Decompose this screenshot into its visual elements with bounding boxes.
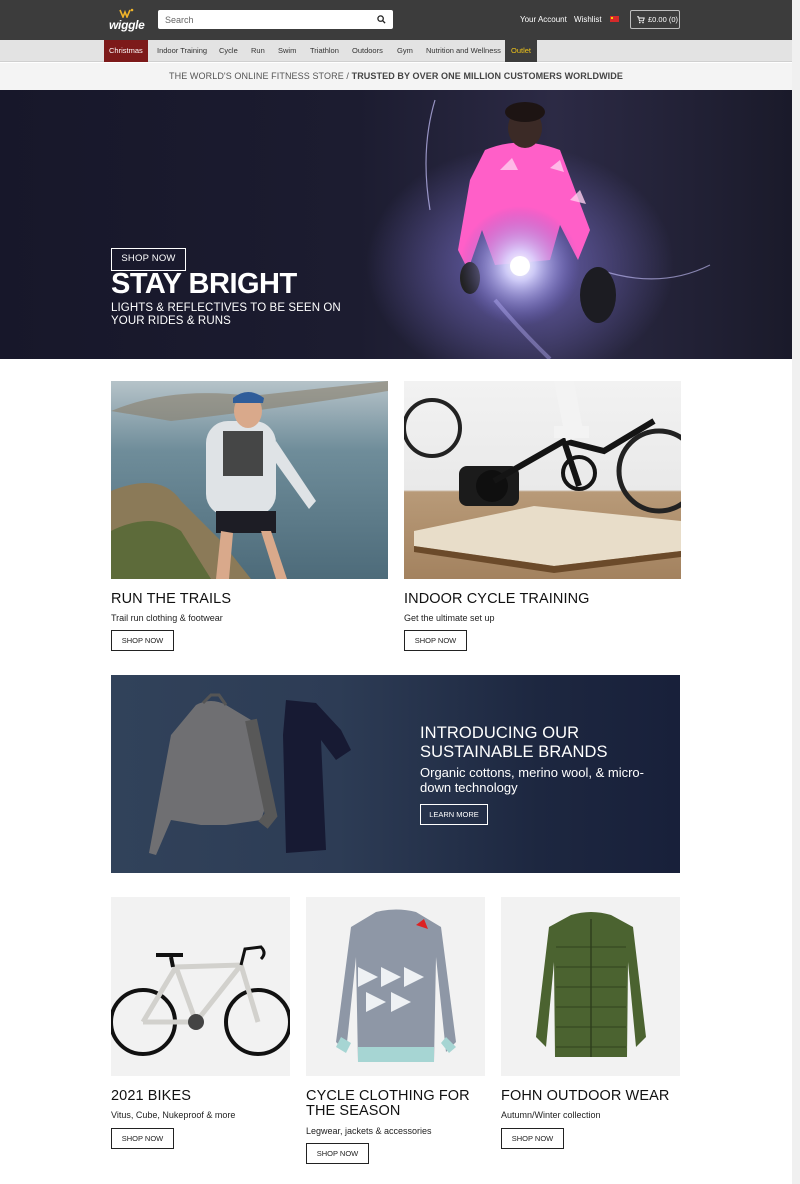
card-title-cycle-clothing: CYCLE CLOTHING FOR THE SEASON [306,1088,470,1119]
nav-item-triathlon[interactable]: Triathlon [305,40,344,62]
bike-image[interactable] [111,897,290,1076]
cycling-jersey-art [336,909,456,1062]
cycle-jersey-image[interactable] [306,897,485,1076]
nav-item-run[interactable]: Run [246,40,270,62]
card-title-indoor-cycle: INDOOR CYCLE TRAINING [404,591,590,607]
fohn-shop-now-button[interactable]: SHOP NOW [501,1128,564,1149]
logo-mark-icon [119,8,134,18]
nav-item-cycle[interactable]: Cycle [214,40,243,62]
top-header: wiggle Your Account Wishlist £0.00 (0) [0,0,792,40]
nav-item-outlet[interactable]: Outlet [505,40,537,62]
run-trails-shop-now-button[interactable]: SHOP NOW [111,630,174,651]
hero-banner[interactable]: STAY BRIGHT LIGHTS & REFLECTIVES TO BE S… [0,90,792,359]
sustainable-brands-banner[interactable]: INTRODUCING OUR SUSTAINABLE BRANDS Organ… [111,675,680,873]
green-down-jacket-art [536,912,646,1057]
search-box[interactable] [158,10,393,29]
wiggle-logo[interactable]: wiggle [109,8,145,32]
search-icon[interactable] [377,15,386,24]
card-subtitle-cycle-clothing: Legwear, jackets & accessories [306,1126,432,1136]
cart-icon [637,16,645,24]
nav-item-christmas[interactable]: Christmas [104,40,148,62]
card-title-bikes: 2021 BIKES [111,1088,191,1104]
card-title-fohn: FOHN OUTDOOR WEAR [501,1088,670,1104]
trail-runner-image[interactable] [111,381,388,579]
road-bike-art [111,945,290,1056]
search-input[interactable] [158,10,368,29]
card-subtitle-bikes: Vitus, Cube, Nukeproof & more [111,1110,236,1120]
category-nav: Christmas Indoor Training Cycle Run Swim… [0,40,792,62]
nav-item-indoor-training[interactable]: Indoor Training [152,40,212,62]
tagline-banner: THE WORLD'S ONLINE FITNESS STORE / TRUST… [0,63,792,90]
nav-item-outdoors[interactable]: Outdoors [347,40,388,62]
bikes-shop-now-button[interactable]: SHOP NOW [111,1128,174,1149]
trail-runner-art [111,381,388,579]
card-title-run-trails: RUN THE TRAILS [111,591,232,607]
tagline-trust-text: TRUSTED BY OVER ONE MILLION CUSTOMERS WO… [351,71,623,81]
wishlist-link[interactable]: Wishlist [574,15,602,24]
nav-item-gym[interactable]: Gym [392,40,418,62]
indoor-trainer-art [404,381,681,573]
merino-clothing-image [149,693,351,855]
indoor-cycle-image[interactable] [404,381,681,579]
outdoor-jacket-image[interactable] [501,897,680,1076]
indoor-cycle-shop-now-button[interactable]: SHOP NOW [404,630,467,651]
promo-title: INTRODUCING OUR SUSTAINABLE BRANDS [420,724,608,761]
card-subtitle-fohn: Autumn/Winter collection [501,1110,601,1120]
card-subtitle-indoor-cycle: Get the ultimate set up [404,613,495,623]
hero-shop-now-button[interactable]: SHOP NOW [111,248,186,271]
nav-item-swim[interactable]: Swim [273,40,301,62]
basket-button[interactable]: £0.00 (0) [630,10,680,29]
tagline-text: THE WORLD'S ONLINE FITNESS STORE / [169,71,352,81]
basket-total: £0.00 (0) [648,15,679,24]
hero-title: STAY BRIGHT [111,268,297,300]
cyclist-with-light-image [425,99,711,359]
china-flag-icon[interactable] [610,16,619,22]
hero-subtitle: LIGHTS & REFLECTIVES TO BE SEEN ON YOUR … [111,302,341,327]
cycle-clothing-shop-now-button[interactable]: SHOP NOW [306,1143,369,1164]
card-subtitle-run-trails: Trail run clothing & footwear [111,613,223,623]
logo-text: wiggle [109,18,145,32]
promo-subtitle: Organic cottons, merino wool, & micro-do… [420,765,644,795]
your-account-link[interactable]: Your Account [520,15,567,24]
learn-more-button[interactable]: LEARN MORE [420,804,488,825]
page-scrollbar[interactable] [792,0,800,1184]
nav-item-nutrition[interactable]: Nutrition and Wellness [421,40,506,62]
